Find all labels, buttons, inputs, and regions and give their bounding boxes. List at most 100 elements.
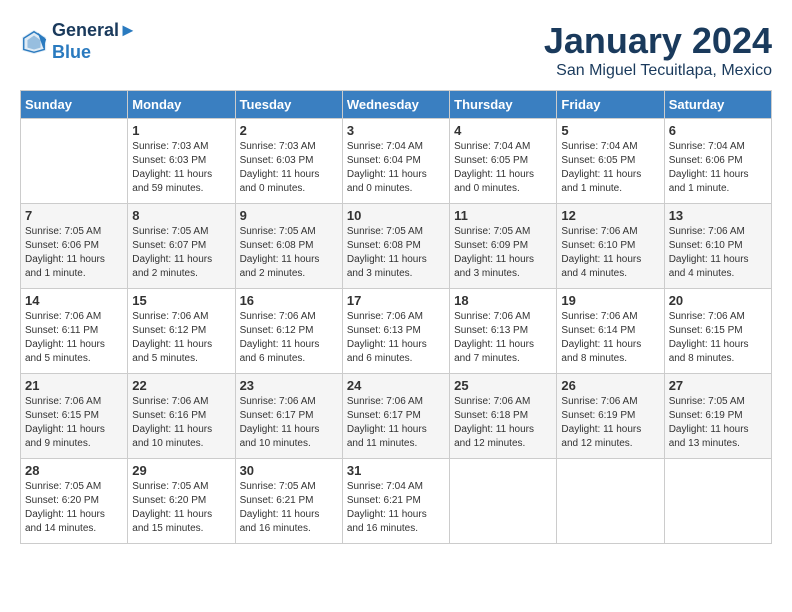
day-info: Sunrise: 7:06 AM Sunset: 6:12 PM Dayligh… bbox=[132, 310, 230, 366]
table-row: 26 Sunrise: 7:06 AM Sunset: 6:19 PM Dayli… bbox=[557, 374, 664, 459]
table-row: 9Sunrise: 7:05 AM Sunset: 6:08 PM Daylig… bbox=[235, 204, 342, 289]
day-info: Sunrise: 7:05 AM Sunset: 6:19 PM Dayligh… bbox=[669, 395, 767, 451]
calendar-week-row: 1 Sunrise: 7:03 AM Sunset: 6:03 PM Daylig… bbox=[21, 119, 772, 204]
day-info: Sunrise: 7:06 AM Sunset: 6:10 PM Dayligh… bbox=[669, 225, 767, 281]
table-row: 8Sunrise: 7:05 AM Sunset: 6:07 PM Daylig… bbox=[128, 204, 235, 289]
table-row: 13 Sunrise: 7:06 AM Sunset: 6:10 PM Dayli… bbox=[664, 204, 771, 289]
table-row: 28 Sunrise: 7:05 AM Sunset: 6:20 PM Dayli… bbox=[21, 459, 128, 544]
calendar-table: Sunday Monday Tuesday Wednesday Thursday… bbox=[20, 90, 772, 544]
day-number: 1 bbox=[132, 123, 230, 138]
day-number: 4 bbox=[454, 123, 552, 138]
header-saturday: Saturday bbox=[664, 91, 771, 119]
day-number: 11 bbox=[454, 208, 552, 223]
day-number: 15 bbox=[132, 293, 230, 308]
table-row: 7 Sunrise: 7:05 AM Sunset: 6:06 PM Daylig… bbox=[21, 204, 128, 289]
page-header: General► Blue January 2024 San Miguel Te… bbox=[20, 20, 772, 80]
table-row: 27 Sunrise: 7:05 AM Sunset: 6:19 PM Dayli… bbox=[664, 374, 771, 459]
day-number: 31 bbox=[347, 463, 445, 478]
day-number: 2 bbox=[240, 123, 338, 138]
day-info: Sunrise: 7:05 AM Sunset: 6:08 PM Dayligh… bbox=[240, 225, 338, 281]
table-row: 21 Sunrise: 7:06 AM Sunset: 6:15 PM Dayli… bbox=[21, 374, 128, 459]
day-info: Sunrise: 7:05 AM Sunset: 6:07 PM Dayligh… bbox=[132, 225, 230, 281]
table-row: 14 Sunrise: 7:06 AM Sunset: 6:11 PM Dayli… bbox=[21, 289, 128, 374]
table-row: 20 Sunrise: 7:06 AM Sunset: 6:15 PM Dayli… bbox=[664, 289, 771, 374]
calendar-week-row: 14 Sunrise: 7:06 AM Sunset: 6:11 PM Dayli… bbox=[21, 289, 772, 374]
table-row: 29 Sunrise: 7:05 AM Sunset: 6:20 PM Dayli… bbox=[128, 459, 235, 544]
day-info: Sunrise: 7:06 AM Sunset: 6:12 PM Dayligh… bbox=[240, 310, 338, 366]
table-row: 23Sunrise: 7:06 AM Sunset: 6:17 PM Dayli… bbox=[235, 374, 342, 459]
table-row: 4 Sunrise: 7:04 AM Sunset: 6:05 PM Daylig… bbox=[450, 119, 557, 204]
table-row bbox=[664, 459, 771, 544]
table-row: 16 Sunrise: 7:06 AM Sunset: 6:12 PM Dayli… bbox=[235, 289, 342, 374]
day-info: Sunrise: 7:06 AM Sunset: 6:17 PM Dayligh… bbox=[240, 395, 338, 451]
table-row: 17Sunrise: 7:06 AM Sunset: 6:13 PM Dayli… bbox=[342, 289, 449, 374]
day-info: Sunrise: 7:06 AM Sunset: 6:13 PM Dayligh… bbox=[347, 310, 445, 366]
table-row: 30 Sunrise: 7:05 AM Sunset: 6:21 PM Dayli… bbox=[235, 459, 342, 544]
day-info: Sunrise: 7:04 AM Sunset: 6:05 PM Dayligh… bbox=[454, 140, 552, 196]
location-subtitle: San Miguel Tecuitlapa, Mexico bbox=[544, 62, 772, 80]
day-number: 16 bbox=[240, 293, 338, 308]
table-row bbox=[450, 459, 557, 544]
table-row: 11 Sunrise: 7:05 AM Sunset: 6:09 PM Dayli… bbox=[450, 204, 557, 289]
day-info: Sunrise: 7:06 AM Sunset: 6:10 PM Dayligh… bbox=[561, 225, 659, 281]
table-row: 19Sunrise: 7:06 AM Sunset: 6:14 PM Dayli… bbox=[557, 289, 664, 374]
day-info: Sunrise: 7:03 AM Sunset: 6:03 PM Dayligh… bbox=[132, 140, 230, 196]
day-info: Sunrise: 7:05 AM Sunset: 6:20 PM Dayligh… bbox=[25, 480, 123, 536]
day-info: Sunrise: 7:06 AM Sunset: 6:15 PM Dayligh… bbox=[669, 310, 767, 366]
day-number: 3 bbox=[347, 123, 445, 138]
day-number: 5 bbox=[561, 123, 659, 138]
day-info: Sunrise: 7:06 AM Sunset: 6:16 PM Dayligh… bbox=[132, 395, 230, 451]
title-section: January 2024 San Miguel Tecuitlapa, Mexi… bbox=[544, 20, 772, 80]
day-info: Sunrise: 7:03 AM Sunset: 6:03 PM Dayligh… bbox=[240, 140, 338, 196]
day-number: 30 bbox=[240, 463, 338, 478]
day-number: 20 bbox=[669, 293, 767, 308]
table-row bbox=[21, 119, 128, 204]
day-number: 28 bbox=[25, 463, 123, 478]
day-info: Sunrise: 7:04 AM Sunset: 6:06 PM Dayligh… bbox=[669, 140, 767, 196]
table-row: 5 Sunrise: 7:04 AM Sunset: 6:05 PM Daylig… bbox=[557, 119, 664, 204]
day-info: Sunrise: 7:06 AM Sunset: 6:11 PM Dayligh… bbox=[25, 310, 123, 366]
day-number: 21 bbox=[25, 378, 123, 393]
day-info: Sunrise: 7:04 AM Sunset: 6:04 PM Dayligh… bbox=[347, 140, 445, 196]
day-number: 29 bbox=[132, 463, 230, 478]
table-row: 22 Sunrise: 7:06 AM Sunset: 6:16 PM Dayli… bbox=[128, 374, 235, 459]
table-row: 18Sunrise: 7:06 AM Sunset: 6:13 PM Dayli… bbox=[450, 289, 557, 374]
day-number: 12 bbox=[561, 208, 659, 223]
day-info: Sunrise: 7:04 AM Sunset: 6:05 PM Dayligh… bbox=[561, 140, 659, 196]
day-info: Sunrise: 7:06 AM Sunset: 6:19 PM Dayligh… bbox=[561, 395, 659, 451]
day-info: Sunrise: 7:06 AM Sunset: 6:15 PM Dayligh… bbox=[25, 395, 123, 451]
table-row: 31Sunrise: 7:04 AM Sunset: 6:21 PM Dayli… bbox=[342, 459, 449, 544]
day-info: Sunrise: 7:05 AM Sunset: 6:06 PM Dayligh… bbox=[25, 225, 123, 281]
header-friday: Friday bbox=[557, 91, 664, 119]
logo-text: General► Blue bbox=[52, 20, 137, 63]
table-row: 25 Sunrise: 7:06 AM Sunset: 6:18 PM Dayli… bbox=[450, 374, 557, 459]
day-info: Sunrise: 7:06 AM Sunset: 6:14 PM Dayligh… bbox=[561, 310, 659, 366]
day-info: Sunrise: 7:05 AM Sunset: 6:21 PM Dayligh… bbox=[240, 480, 338, 536]
day-info: Sunrise: 7:05 AM Sunset: 6:09 PM Dayligh… bbox=[454, 225, 552, 281]
table-row: 24Sunrise: 7:06 AM Sunset: 6:17 PM Dayli… bbox=[342, 374, 449, 459]
logo-icon bbox=[20, 28, 48, 56]
header-wednesday: Wednesday bbox=[342, 91, 449, 119]
day-number: 6 bbox=[669, 123, 767, 138]
weekday-header-row: Sunday Monday Tuesday Wednesday Thursday… bbox=[21, 91, 772, 119]
day-info: Sunrise: 7:06 AM Sunset: 6:18 PM Dayligh… bbox=[454, 395, 552, 451]
table-row: 2 Sunrise: 7:03 AM Sunset: 6:03 PM Daylig… bbox=[235, 119, 342, 204]
table-row: 1 Sunrise: 7:03 AM Sunset: 6:03 PM Daylig… bbox=[128, 119, 235, 204]
calendar-week-row: 21 Sunrise: 7:06 AM Sunset: 6:15 PM Dayli… bbox=[21, 374, 772, 459]
day-number: 7 bbox=[25, 208, 123, 223]
day-number: 26 bbox=[561, 378, 659, 393]
header-tuesday: Tuesday bbox=[235, 91, 342, 119]
table-row: 3 Sunrise: 7:04 AM Sunset: 6:04 PM Daylig… bbox=[342, 119, 449, 204]
day-info: Sunrise: 7:06 AM Sunset: 6:17 PM Dayligh… bbox=[347, 395, 445, 451]
header-thursday: Thursday bbox=[450, 91, 557, 119]
day-number: 10 bbox=[347, 208, 445, 223]
day-info: Sunrise: 7:05 AM Sunset: 6:20 PM Dayligh… bbox=[132, 480, 230, 536]
day-number: 18 bbox=[454, 293, 552, 308]
table-row: 15 Sunrise: 7:06 AM Sunset: 6:12 PM Dayli… bbox=[128, 289, 235, 374]
day-number: 27 bbox=[669, 378, 767, 393]
day-number: 22 bbox=[132, 378, 230, 393]
day-number: 13 bbox=[669, 208, 767, 223]
day-number: 25 bbox=[454, 378, 552, 393]
calendar-week-row: 7 Sunrise: 7:05 AM Sunset: 6:06 PM Daylig… bbox=[21, 204, 772, 289]
day-number: 14 bbox=[25, 293, 123, 308]
